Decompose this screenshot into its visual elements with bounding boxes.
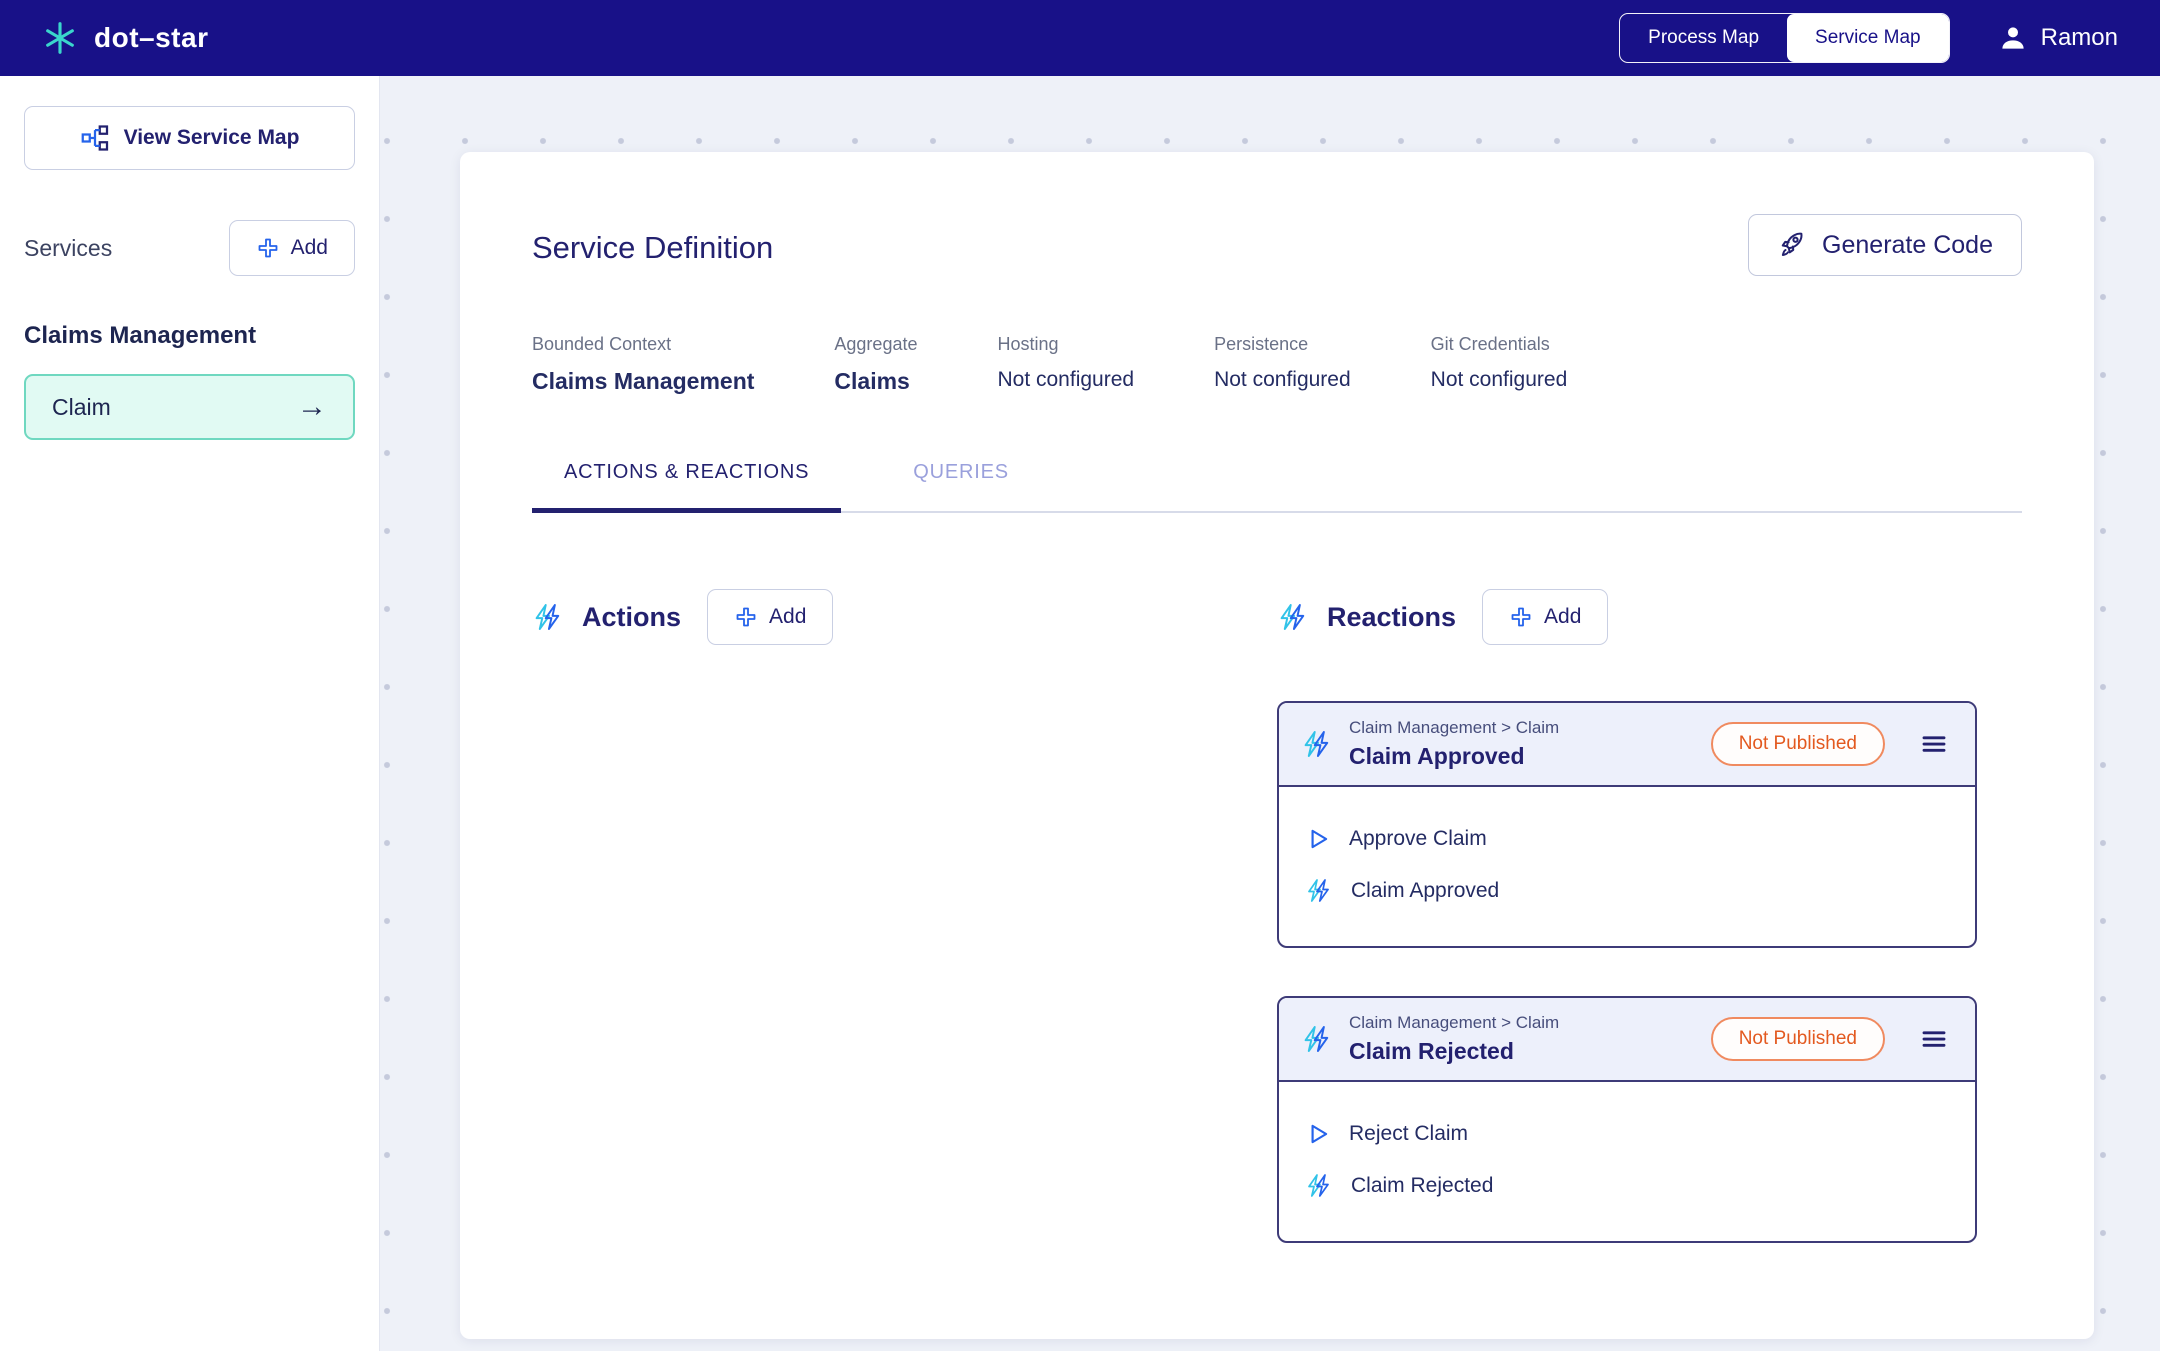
meta-label: Bounded Context — [532, 334, 754, 355]
actions-title: Actions — [582, 602, 681, 633]
services-header: Services Add — [24, 220, 355, 276]
add-action-label: Add — [769, 605, 806, 629]
card-menu-button[interactable] — [1915, 725, 1953, 763]
add-reaction-label: Add — [1544, 605, 1581, 629]
view-service-map-button[interactable]: View Service Map — [24, 106, 355, 170]
logo-icon — [42, 20, 78, 56]
reaction-card-body: Approve Claim Claim Approved — [1279, 787, 1975, 946]
add-action-button[interactable]: Add — [707, 589, 833, 645]
meta-label: Persistence — [1214, 334, 1351, 355]
reaction-title: Claim Approved — [1349, 743, 1695, 770]
reaction-event-row[interactable]: Claim Rejected — [1305, 1160, 1949, 1211]
brand-name: dot–star — [94, 22, 208, 54]
service-map-button[interactable]: Service Map — [1787, 14, 1949, 62]
lightning-icon — [532, 603, 564, 631]
reaction-card-claim-approved: Claim Management > Claim Claim Approved … — [1277, 701, 1977, 948]
meta-label: Hosting — [997, 334, 1134, 355]
reaction-card-body: Reject Claim Claim Rejected — [1279, 1082, 1975, 1241]
reactions-column: Reactions Add — [1277, 589, 2022, 1243]
reaction-trigger-row[interactable]: Approve Claim — [1305, 813, 1949, 865]
lightning-icon — [1301, 1025, 1333, 1053]
lightning-icon — [1277, 603, 1309, 631]
tab-actions-reactions[interactable]: ACTIONS & REACTIONS — [532, 461, 841, 513]
sidebar-item-claim[interactable]: Claim → — [24, 374, 355, 440]
top-navbar: dot–star Process Map Service Map Ramon — [0, 0, 2160, 76]
meta-value: Not configured — [1214, 368, 1351, 392]
process-map-button[interactable]: Process Map — [1620, 14, 1787, 62]
meta-bounded-context: Bounded Context Claims Management — [532, 334, 754, 395]
app-body: View Service Map Services Add Claims Man… — [0, 76, 2160, 1351]
reaction-card-texts: Claim Management > Claim Claim Approved — [1349, 718, 1695, 770]
plus-icon — [256, 236, 280, 260]
meta-value: Claims — [834, 368, 917, 395]
status-badge: Not Published — [1711, 1017, 1885, 1061]
rocket-icon — [1777, 230, 1807, 260]
reaction-breadcrumb: Claim Management > Claim — [1349, 1013, 1695, 1033]
reactions-header: Reactions Add — [1277, 589, 2022, 645]
reactions-title: Reactions — [1327, 602, 1456, 633]
meta-value: Not configured — [1431, 368, 1568, 392]
reaction-trigger-label: Approve Claim — [1349, 827, 1487, 851]
plus-icon — [1509, 605, 1533, 629]
meta-label: Git Credentials — [1431, 334, 1568, 355]
reaction-card-claim-rejected: Claim Management > Claim Claim Rejected … — [1277, 996, 1977, 1243]
tab-content: Actions Add — [532, 589, 2022, 1243]
play-icon — [1305, 1121, 1331, 1147]
services-label: Services — [24, 235, 112, 262]
service-map-icon — [80, 123, 110, 153]
brand[interactable]: dot–star — [42, 20, 208, 56]
reaction-title: Claim Rejected — [1349, 1038, 1695, 1065]
actions-column: Actions Add — [532, 589, 1277, 1243]
user-menu[interactable]: Ramon — [1998, 23, 2118, 53]
meta-value: Not configured — [997, 368, 1134, 392]
user-icon — [1998, 23, 2028, 53]
map-view-toggle: Process Map Service Map — [1619, 13, 1949, 63]
tab-bar: ACTIONS & REACTIONS QUERIES — [532, 461, 2022, 513]
reaction-breadcrumb: Claim Management > Claim — [1349, 718, 1695, 738]
view-service-map-label: View Service Map — [124, 126, 300, 150]
meta-hosting: Hosting Not configured — [997, 334, 1134, 395]
add-service-button[interactable]: Add — [229, 220, 355, 276]
navbar-right: Process Map Service Map Ramon — [1619, 13, 2118, 63]
meta-aggregate: Aggregate Claims — [834, 334, 917, 395]
user-name: Ramon — [2041, 24, 2118, 52]
reaction-card-header: Claim Management > Claim Claim Approved … — [1279, 703, 1975, 787]
reaction-trigger-label: Reject Claim — [1349, 1122, 1468, 1146]
meta-persistence: Persistence Not configured — [1214, 334, 1351, 395]
metadata-row: Bounded Context Claims Management Aggreg… — [532, 334, 2022, 395]
reaction-event-label: Claim Approved — [1351, 879, 1499, 903]
meta-label: Aggregate — [834, 334, 917, 355]
arrow-right-icon: → — [297, 392, 327, 422]
add-reaction-button[interactable]: Add — [1482, 589, 1608, 645]
page-title: Service Definition — [532, 230, 773, 266]
reaction-event-row[interactable]: Claim Approved — [1305, 865, 1949, 916]
claim-item-label: Claim — [52, 394, 111, 421]
actions-header: Actions Add — [532, 589, 1277, 645]
lightning-icon — [1305, 878, 1333, 903]
service-definition-card: Service Definition Generate Code Bounded… — [460, 152, 2094, 1339]
lightning-icon — [1305, 1173, 1333, 1198]
hamburger-icon — [1919, 1024, 1949, 1054]
add-service-label: Add — [291, 236, 328, 260]
card-header: Service Definition Generate Code — [532, 214, 2022, 276]
play-icon — [1305, 826, 1331, 852]
meta-value: Claims Management — [532, 368, 754, 395]
canvas-area: Service Definition Generate Code Bounded… — [380, 76, 2160, 1351]
generate-code-button[interactable]: Generate Code — [1748, 214, 2022, 276]
status-badge: Not Published — [1711, 722, 1885, 766]
generate-code-label: Generate Code — [1822, 231, 1993, 260]
reaction-card-texts: Claim Management > Claim Claim Rejected — [1349, 1013, 1695, 1065]
meta-git-credentials: Git Credentials Not configured — [1431, 334, 1568, 395]
reaction-event-label: Claim Rejected — [1351, 1174, 1493, 1198]
hamburger-icon — [1919, 729, 1949, 759]
tab-queries[interactable]: QUERIES — [881, 461, 1041, 513]
card-menu-button[interactable] — [1915, 1020, 1953, 1058]
lightning-icon — [1301, 730, 1333, 758]
reaction-trigger-row[interactable]: Reject Claim — [1305, 1108, 1949, 1160]
reaction-card-header: Claim Management > Claim Claim Rejected … — [1279, 998, 1975, 1082]
plus-icon — [734, 605, 758, 629]
service-group-title: Claims Management — [24, 322, 355, 350]
sidebar: View Service Map Services Add Claims Man… — [0, 76, 380, 1351]
